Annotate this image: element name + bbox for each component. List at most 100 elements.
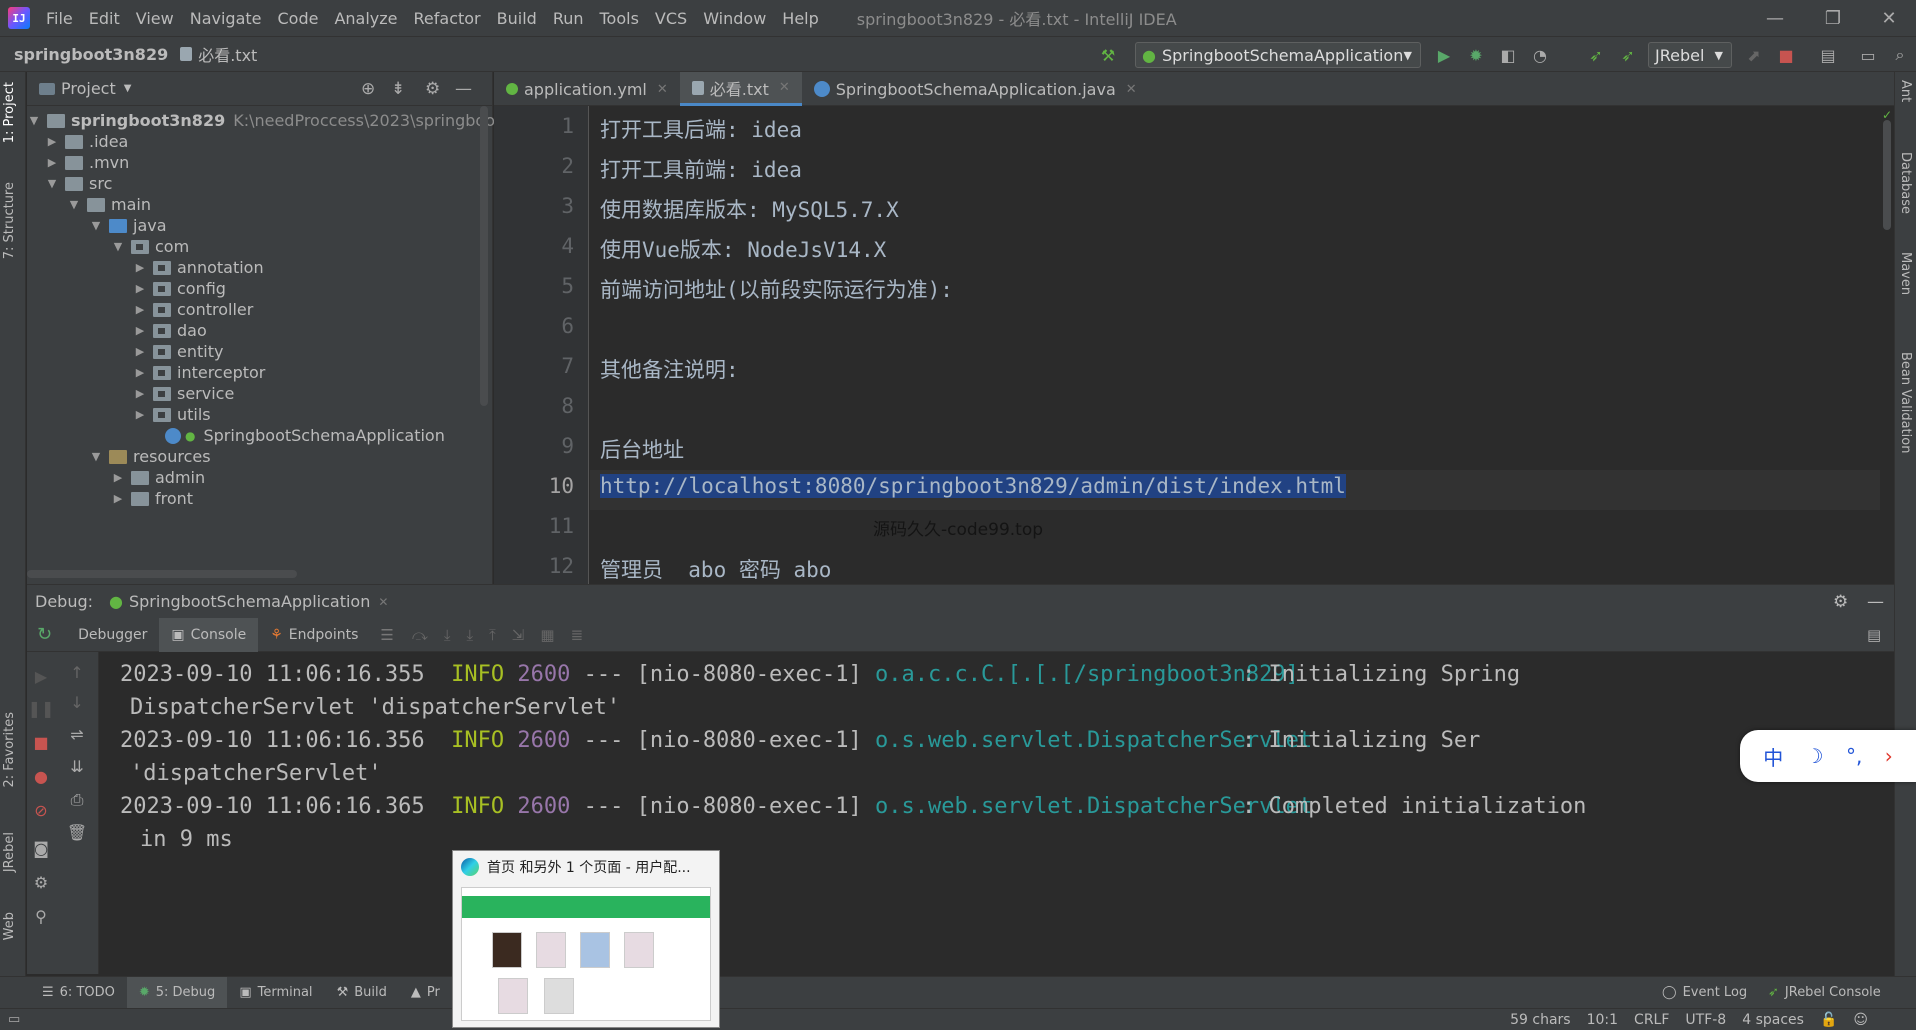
gear-icon[interactable]: ⚙ [31,872,51,892]
breadcrumb-project[interactable]: springboot3n829 [0,45,174,64]
chevron-right-icon[interactable]: › [1885,744,1893,768]
tab-ant[interactable]: Ant [1898,80,1913,102]
trace-icon[interactable]: ≣ [571,626,584,644]
coverage-icon[interactable]: ◧ [1498,45,1518,65]
project-structure-icon[interactable]: ▤ [1818,45,1838,65]
menu-view[interactable]: View [128,0,182,36]
camera-icon[interactable]: ◙ [31,838,51,858]
attach-icon[interactable]: ⬈ [1744,45,1764,65]
print-icon[interactable]: ⎙ [67,790,87,810]
tab-springboot-app-java[interactable]: SpringbootSchemaApplication.java ✕ [802,72,1149,106]
mute-breakpoints-icon[interactable]: ⊘ [31,800,51,820]
menu-run[interactable]: Run [545,0,592,36]
layout-settings-icon[interactable]: ▤ [1867,626,1881,644]
collapse-all-icon[interactable]: ⇟ [391,79,405,99]
stop-icon[interactable]: ■ [1776,45,1796,65]
run-to-cursor-icon[interactable]: ⇲ [512,626,525,644]
tab-application-yml[interactable]: application.yml ✕ [494,72,680,106]
console-output[interactable]: 2023-09-10 11:06:16.355 INFO 2600 --- [n… [100,652,1894,974]
view-breakpoints-icon[interactable]: ● [31,766,51,786]
step-out-icon[interactable]: ⤒ [489,626,496,644]
chevron-down-icon[interactable]: ▼ [124,83,132,94]
pause-icon[interactable]: ❚❚ [28,698,55,718]
tab-jrebel[interactable]: JRebel [2,832,17,872]
tree-horizontal-scrollbar[interactable] [27,570,297,578]
menu-help[interactable]: Help [774,0,826,36]
tab-web[interactable]: Web [2,912,17,940]
close-tab-icon[interactable]: ✕ [657,82,668,97]
tool-build[interactable]: ⚒ Build [325,977,399,1009]
menu-file[interactable]: File [38,0,81,36]
down-arrow-icon[interactable]: ↓ [67,692,87,712]
soft-wrap-icon[interactable]: ⇌ [67,724,87,744]
resume-icon[interactable]: ▶ [31,666,51,686]
tab-bean-validation[interactable]: Bean Validation [1898,352,1913,453]
tab-readme-txt[interactable]: 必看.txt ✕ [679,72,802,106]
status-line-separator[interactable]: CRLF [1626,1012,1677,1028]
breadcrumb-file[interactable]: 必看.txt [174,42,263,66]
tool-problems[interactable]: ▲ Pr [399,977,452,1009]
step-over-icon[interactable]: ⤼ [412,626,428,644]
trash-icon[interactable]: 🗑 [67,822,87,842]
step-into-icon[interactable]: ⤓ [444,626,451,644]
jrebel-select[interactable]: JRebel ▼ [1648,42,1732,68]
close-tab-icon[interactable]: ✕ [1126,82,1137,97]
rerun-icon[interactable]: ↻ [37,624,52,645]
build-hammer-icon[interactable]: ⚒ [1098,45,1118,65]
search-icon[interactable]: ⌕ [1890,45,1910,65]
hide-icon[interactable]: — [1867,592,1884,612]
menu-edit[interactable]: Edit [81,0,128,36]
tab-structure[interactable]: 7: Structure [2,182,17,259]
moon-icon[interactable]: ☽ [1806,744,1824,768]
menu-code[interactable]: Code [270,0,327,36]
menu-window[interactable]: Window [695,0,774,36]
minimize-icon[interactable]: — [1746,0,1804,36]
status-encoding[interactable]: UTF-8 [1677,1012,1734,1028]
gear-icon[interactable]: ⚙ [425,79,440,99]
tab-favorites[interactable]: 2: Favorites [2,712,17,788]
jrebel-debug-icon[interactable]: ➶ [1618,45,1638,65]
debug-session-tab[interactable]: SpringbootSchemaApplication [129,592,370,611]
profile-icon[interactable]: ◔ [1530,45,1550,65]
close-tab-icon[interactable]: ✕ [779,80,790,95]
status-caret-position[interactable]: 10:1 [1579,1012,1626,1028]
toggle-tool-windows-icon[interactable]: ▭ [8,1012,20,1027]
close-session-icon[interactable]: ✕ [378,595,388,609]
tree-item-front[interactable]: ▶ front [111,486,193,511]
hide-icon[interactable]: — [455,79,472,99]
code-editor[interactable]: 打开工具后端: idea 打开工具前端: idea 使用数据库版本: MySQL… [590,106,1880,584]
tab-database[interactable]: Database [1898,152,1913,214]
evaluate-icon[interactable]: ▦ [540,626,554,644]
project-view-select[interactable]: Project [61,79,116,98]
up-arrow-icon[interactable]: ↑ [67,662,87,682]
menu-tools[interactable]: Tools [592,0,647,36]
lock-icon[interactable]: 🔓 [1812,1012,1845,1028]
tool-event-log[interactable]: ◯ Event Log [1650,977,1759,1009]
menu-navigate[interactable]: Navigate [182,0,270,36]
tab-endpoints[interactable]: ⚘ Endpoints [258,618,370,652]
ime-mode-toggle[interactable]: 中 [1763,742,1783,771]
tab-project[interactable]: 1: Project [2,82,17,143]
editor-scrollbar[interactable]: ✓ [1880,106,1894,584]
menu-vcs[interactable]: VCS [647,0,695,36]
tool-terminal[interactable]: ▣ Terminal [227,977,324,1009]
run-configuration-select[interactable]: ● SpringbootSchemaApplication ▼ [1135,42,1421,68]
close-icon[interactable]: ✕ [1860,0,1916,36]
editor-scroll-thumb[interactable] [1883,120,1891,230]
punctuation-toggle[interactable]: °, [1846,744,1862,768]
stop-icon[interactable]: ■ [31,732,51,752]
scroll-to-end-icon[interactable]: ⇊ [67,756,87,776]
tool-todo[interactable]: ☰ 6: TODO [30,977,127,1009]
menu-lines-icon[interactable]: ☰ [380,626,393,644]
tree-vertical-scrollbar[interactable] [480,106,488,406]
pin-icon[interactable]: ⚲ [31,906,51,926]
layout-icon[interactable]: ▭ [1858,45,1878,65]
inspector-icon[interactable]: ☺ [1845,1012,1876,1028]
run-icon[interactable]: ▶ [1434,45,1454,65]
locate-icon[interactable]: ⊕ [361,79,375,99]
menu-build[interactable]: Build [489,0,545,36]
gear-icon[interactable]: ⚙ [1833,592,1848,612]
taskbar-window-preview[interactable]: 首页 和另外 1 个页面 - 用户配... [452,850,720,1028]
force-step-into-icon[interactable]: ⤓ [467,626,474,644]
tool-jrebel-console[interactable]: ➶ JRebel Console [1756,977,1893,1009]
